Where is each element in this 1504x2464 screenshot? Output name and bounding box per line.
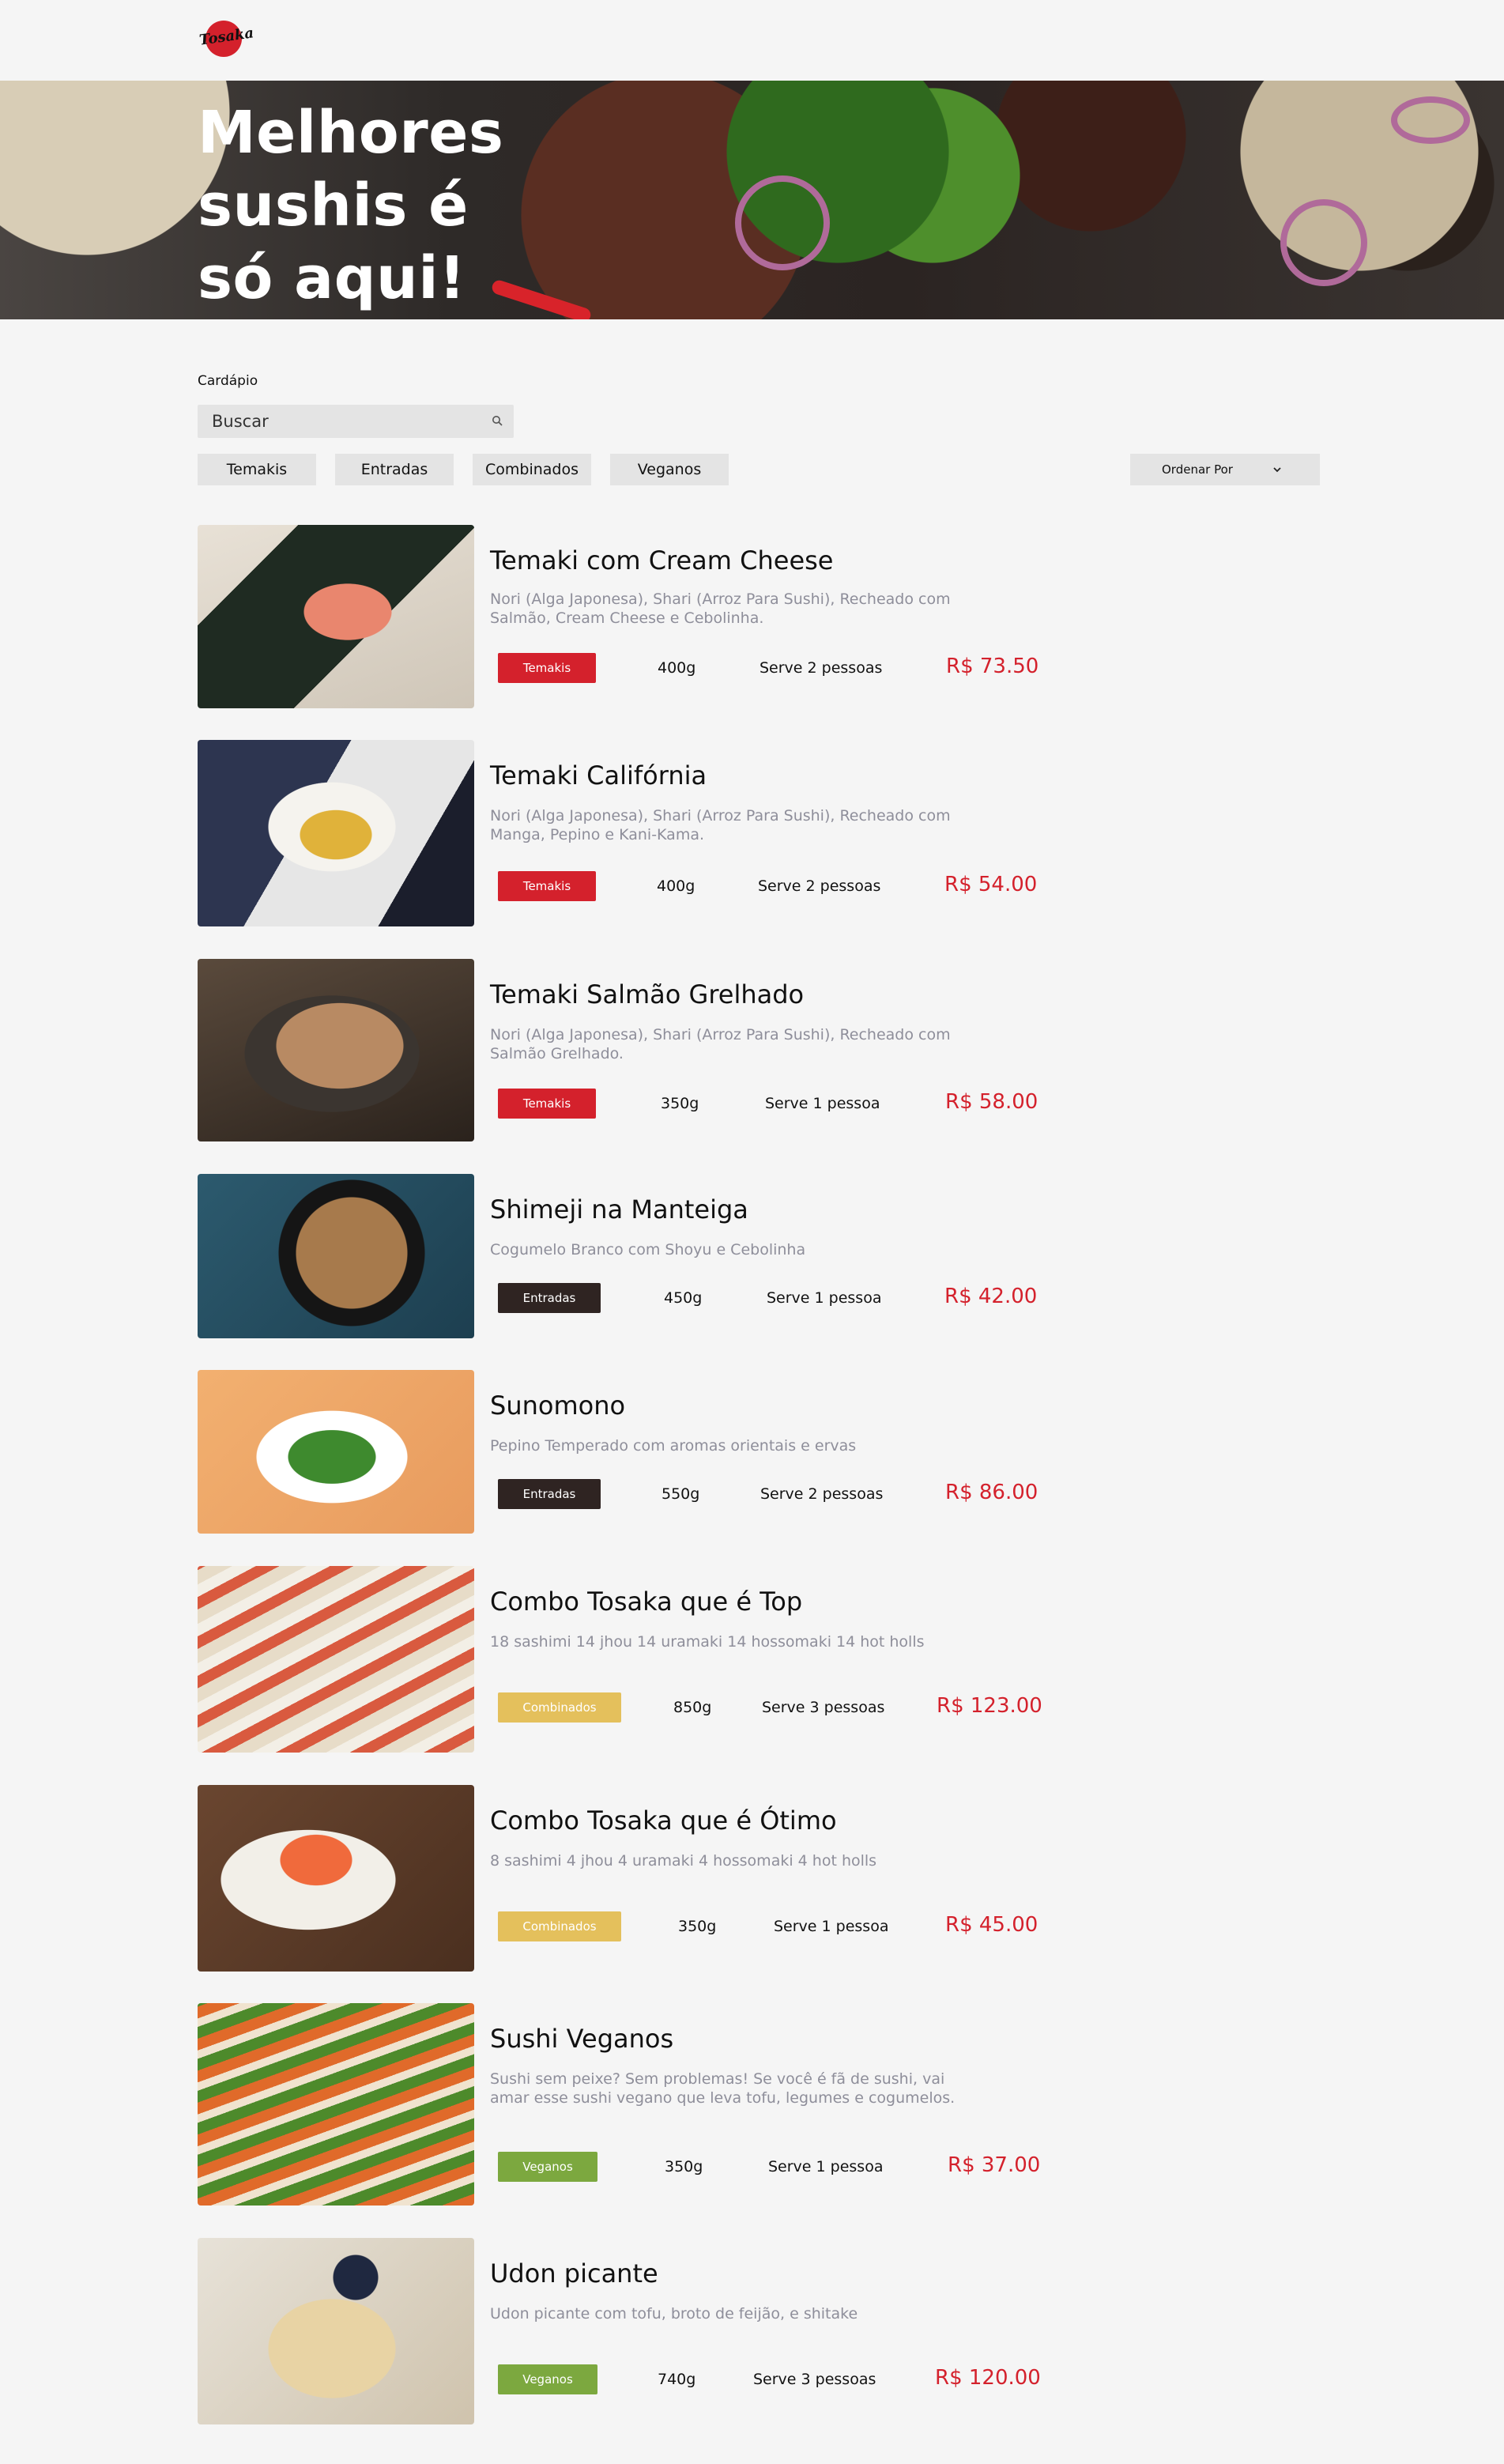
product-description: 18 sashimi 14 jhou 14 uramaki 14 hossoma…	[490, 1633, 925, 1651]
product-description: Nori (Alga Japonesa), Shari (Arroz Para …	[490, 591, 951, 627]
product-weight: 850g	[673, 1699, 712, 1716]
top-bar: Tosaka	[0, 0, 1504, 81]
product-photo	[198, 1785, 474, 1972]
product-description: Sushi sem peixe? Sem problemas! Se você …	[490, 2070, 956, 2107]
product-card[interactable]: Sushi Veganos Sushi sem peixe? Sem probl…	[198, 2003, 1067, 2206]
hero-banner: Melhores sushis é só aqui!	[0, 81, 1504, 319]
product-description: Nori (Alga Japonesa), Shari (Arroz Para …	[490, 1026, 951, 1062]
tab-combinados[interactable]: Combinados	[473, 454, 591, 485]
product-description: Udon picante com tofu, broto de feijão, …	[490, 2305, 858, 2322]
product-description: Cogumelo Branco com Shoyu e Cebolinha	[490, 1241, 806, 1258]
category-tag: Temakis	[498, 1089, 596, 1119]
product-name: Udon picante	[490, 2258, 658, 2289]
product-weight: 400g	[657, 877, 695, 895]
product-serves: Serve 1 pessoa	[767, 1289, 882, 1307]
onion-ring	[1391, 96, 1470, 144]
product-name: Sushi Veganos	[490, 2024, 674, 2054]
product-serves: Serve 3 pessoas	[762, 1699, 885, 1716]
product-price: R$ 123.00	[937, 1694, 1042, 1718]
product-card[interactable]: Combo Tosaka que é Ótimo 8 sashimi 4 jho…	[198, 1785, 1067, 1972]
product-weight: 740g	[658, 2371, 696, 2388]
product-card[interactable]: Temaki com Cream Cheese Nori (Alga Japon…	[198, 525, 1067, 708]
product-weight: 450g	[664, 1289, 703, 1307]
product-price: R$ 120.00	[935, 2366, 1041, 2390]
category-tag: Veganos	[498, 2152, 597, 2182]
product-card[interactable]: Shimeji na Manteiga Cogumelo Branco com …	[198, 1174, 1067, 1338]
sort-dropdown[interactable]: Ordenar Por	[1130, 454, 1320, 485]
sort-label: Ordenar Por	[1162, 462, 1233, 477]
product-card[interactable]: Udon picante Udon picante com tofu, brot…	[198, 2238, 1067, 2424]
product-weight: 550g	[662, 1485, 700, 1503]
category-tag: Combinados	[498, 1911, 621, 1941]
category-tag: Veganos	[498, 2364, 597, 2394]
product-price: R$ 73.50	[946, 655, 1039, 678]
tab-entradas[interactable]: Entradas	[335, 454, 454, 485]
onion-ring	[1280, 199, 1367, 286]
product-serves: Serve 1 pessoa	[774, 1918, 889, 1935]
product-weight: 350g	[678, 1918, 717, 1935]
chevron-down-icon	[1273, 467, 1281, 473]
product-weight: 350g	[661, 1095, 699, 1112]
product-photo	[198, 1370, 474, 1534]
menu-section-label: Cardápio	[198, 373, 258, 389]
category-tag: Temakis	[498, 653, 596, 683]
category-tag: Combinados	[498, 1692, 621, 1723]
tab-temakis[interactable]: Temakis	[198, 454, 316, 485]
product-description: 8 sashimi 4 jhou 4 uramaki 4 hossomaki 4…	[490, 1852, 877, 1870]
product-price: R$ 37.00	[948, 2153, 1041, 2177]
product-card[interactable]: Combo Tosaka que é Top 18 sashimi 14 jho…	[198, 1566, 1067, 1753]
product-name: Shimeji na Manteiga	[490, 1194, 748, 1224]
product-description: Nori (Alga Japonesa), Shari (Arroz Para …	[490, 807, 951, 843]
product-photo	[198, 2003, 474, 2206]
tosaka-logo[interactable]: Tosaka	[198, 21, 254, 58]
product-price: R$ 42.00	[944, 1285, 1038, 1308]
product-card[interactable]: Sunomono Pepino Temperado com aromas ori…	[198, 1370, 1067, 1534]
product-serves: Serve 1 pessoa	[765, 1095, 880, 1112]
tab-veganos[interactable]: Veganos	[610, 454, 729, 485]
product-weight: 400g	[658, 659, 696, 677]
product-photo	[198, 2238, 474, 2424]
product-photo	[198, 959, 474, 1141]
product-price: R$ 86.00	[945, 1481, 1038, 1504]
product-name: Temaki com Cream Cheese	[490, 545, 834, 575]
product-description: Pepino Temperado com aromas orientais e …	[490, 1437, 857, 1455]
product-price: R$ 54.00	[944, 873, 1038, 896]
product-serves: Serve 2 pessoas	[760, 659, 883, 677]
product-photo	[198, 740, 474, 926]
product-weight: 350g	[665, 2158, 703, 2175]
search-icon[interactable]	[492, 415, 503, 426]
search-input[interactable]	[198, 405, 482, 438]
product-photo	[198, 525, 474, 708]
category-tag: Temakis	[498, 871, 596, 901]
product-serves: Serve 2 pessoas	[758, 877, 881, 895]
onion-ring	[735, 175, 830, 270]
product-serves: Serve 3 pessoas	[753, 2371, 876, 2388]
product-price: R$ 45.00	[945, 1913, 1038, 1937]
product-name: Combo Tosaka que é Ótimo	[490, 1806, 837, 1836]
product-name: Sunomono	[490, 1390, 626, 1421]
product-price: R$ 58.00	[945, 1090, 1038, 1114]
product-card[interactable]: Temaki Califórnia Nori (Alga Japonesa), …	[198, 740, 1067, 926]
search-box	[198, 405, 514, 438]
category-tag: Entradas	[498, 1479, 601, 1509]
category-tag: Entradas	[498, 1283, 601, 1313]
product-serves: Serve 2 pessoas	[760, 1485, 884, 1503]
product-name: Temaki Salmão Grelhado	[490, 979, 805, 1009]
hero-headline: Melhores sushis é só aqui!	[198, 99, 504, 312]
product-photo	[198, 1566, 474, 1753]
product-name: Temaki Califórnia	[490, 760, 707, 791]
product-name: Combo Tosaka que é Top	[490, 1587, 803, 1617]
product-serves: Serve 1 pessoa	[768, 2158, 884, 2175]
product-photo	[198, 1174, 474, 1338]
product-card[interactable]: Temaki Salmão Grelhado Nori (Alga Japone…	[198, 959, 1067, 1141]
